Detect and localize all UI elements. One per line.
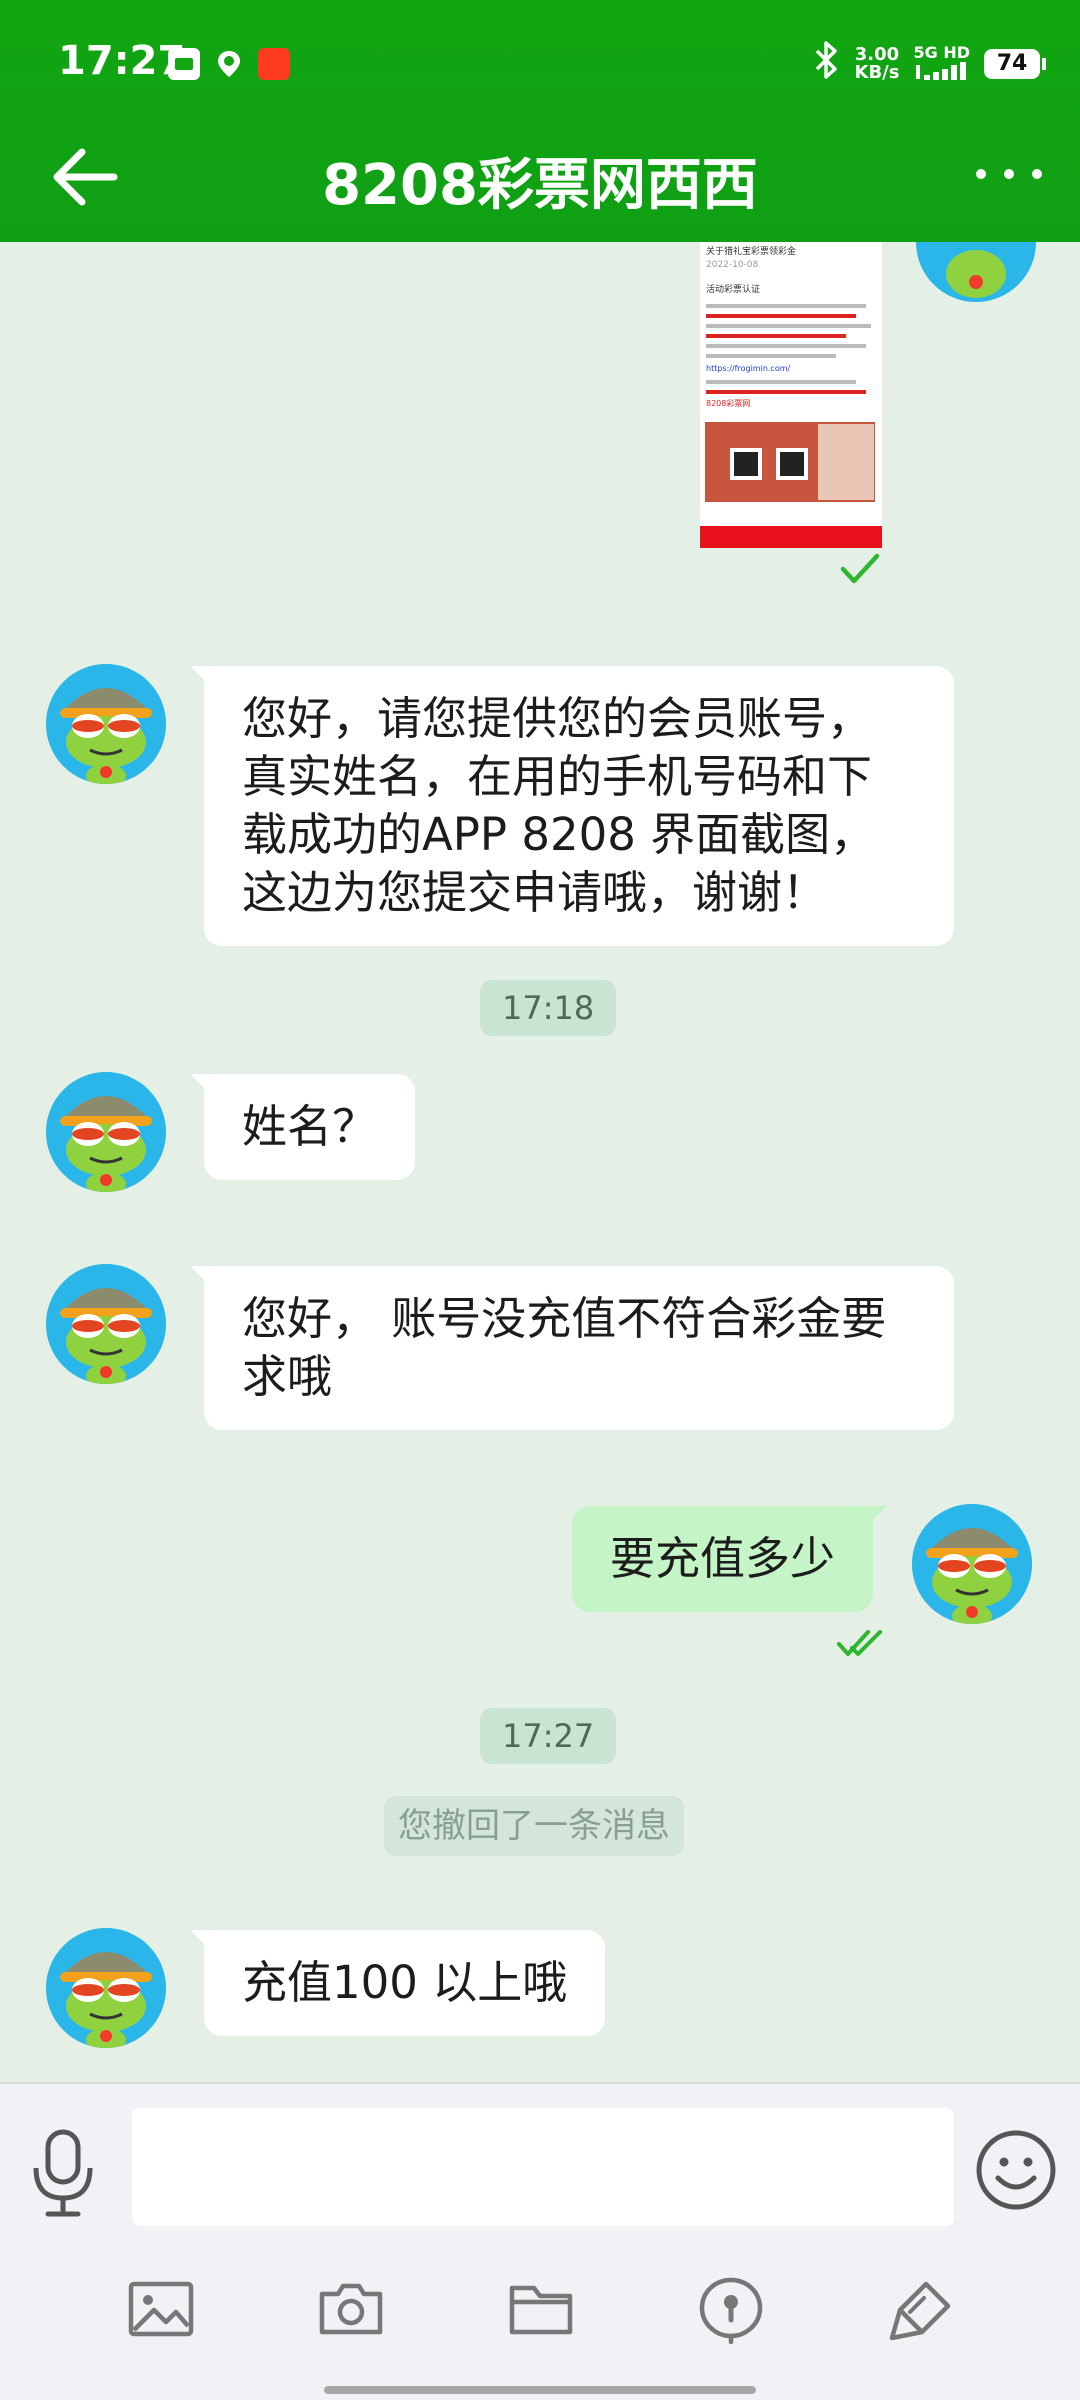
message-bubble-incoming[interactable]: 姓名？ — [189, 1074, 416, 1180]
location-button[interactable] — [696, 2274, 766, 2345]
frog-avatar-icon — [46, 1928, 166, 2048]
signal-bars-icon — [915, 61, 966, 80]
voice-button[interactable] — [30, 2128, 96, 2218]
contact-avatar[interactable] — [46, 1928, 166, 2048]
dot-icon — [976, 169, 986, 179]
chat-title: 8208彩票网西西 — [322, 153, 758, 218]
time-divider: 17:27 — [480, 1708, 617, 1764]
home-indicator — [324, 2386, 756, 2394]
location-pin-icon — [699, 2277, 763, 2345]
folder-icon — [509, 2285, 573, 2335]
read-check-icon — [840, 552, 880, 590]
bluetooth-icon — [811, 40, 841, 88]
image-caption-date: 2022-10-08 — [706, 260, 759, 270]
draw-button[interactable] — [886, 2274, 956, 2344]
app-notification-icon — [258, 48, 290, 80]
recall-notice: 您撤回了一条消息 — [384, 1796, 684, 1856]
top-bar: 17:27 3.00 KB/s 5G HD 74 8208彩票网西西 — [0, 0, 1080, 242]
double-check-icon — [836, 1628, 886, 1662]
camera-button[interactable] — [316, 2274, 386, 2344]
frog-avatar-icon — [916, 242, 1036, 302]
my-avatar[interactable] — [916, 242, 1036, 302]
message-input[interactable] — [132, 2108, 954, 2226]
image-code-text: 8208彩票网 — [706, 399, 751, 408]
attachment-toolbar — [0, 2274, 1080, 2354]
image-caption-title: 关于猎礼宝彩票领彩金 — [706, 247, 797, 257]
notification-app-icon — [168, 48, 200, 80]
image-message[interactable]: 关于猎礼宝彩票领彩金 2022-10-08 活动彩票认证 https://fro… — [700, 242, 882, 548]
message-bubble-incoming[interactable]: 您好，请您提供您的会员账号，真实姓名，在用的手机号码和下载成功的APP 8208… — [190, 666, 954, 946]
image-person — [818, 424, 874, 500]
qr-code-icon — [776, 448, 808, 480]
status-bar: 17:27 3.00 KB/s 5G HD 74 — [0, 0, 1080, 132]
my-avatar[interactable] — [912, 1504, 1032, 1624]
status-time: 17:27 — [58, 38, 186, 84]
battery-indicator: 74 — [984, 49, 1046, 79]
image-icon — [128, 2281, 194, 2337]
frog-avatar-icon — [912, 1504, 1032, 1624]
qr-code-icon — [730, 448, 762, 480]
pen-edit-icon — [889, 2281, 951, 2341]
microphone-icon — [33, 2129, 93, 2217]
message-bubble-incoming[interactable]: 您好， 账号没充值不符合彩金要求哦 — [190, 1266, 954, 1430]
file-button[interactable] — [506, 2274, 576, 2344]
contact-avatar[interactable] — [46, 1072, 166, 1192]
frog-avatar-icon — [46, 664, 166, 784]
contact-avatar[interactable] — [46, 1264, 166, 1384]
net-speed: 3.00 KB/s — [854, 44, 900, 83]
composer — [0, 2082, 1080, 2400]
dot-icon — [1004, 169, 1014, 179]
image-link-text: https://frogimin.com/ — [706, 364, 791, 373]
frog-avatar-icon — [46, 1264, 166, 1384]
message-bubble-incoming[interactable]: 充值100 以上哦 — [189, 1930, 606, 2036]
smiley-icon — [976, 2130, 1056, 2210]
message-bubble-outgoing[interactable]: 要充值多少 — [572, 1506, 888, 1612]
location-notification-icon — [213, 48, 245, 80]
image-button[interactable] — [126, 2274, 196, 2344]
contact-avatar[interactable] — [46, 664, 166, 784]
status-right-group: 3.00 KB/s 5G HD 74 — [811, 40, 1046, 84]
more-options-button[interactable] — [976, 160, 1042, 188]
signal-indicator: 5G HD — [913, 44, 970, 84]
image-caption-heading: 活动彩票认证 — [706, 285, 761, 295]
camera-icon — [319, 2283, 383, 2335]
dot-icon — [1032, 169, 1042, 179]
emoji-button[interactable] — [974, 2128, 1058, 2212]
time-divider: 17:18 — [480, 980, 617, 1036]
message-list[interactable]: 关于猎礼宝彩票领彩金 2022-10-08 活动彩票认证 https://fro… — [0, 242, 1080, 2082]
frog-avatar-icon — [46, 1072, 166, 1192]
